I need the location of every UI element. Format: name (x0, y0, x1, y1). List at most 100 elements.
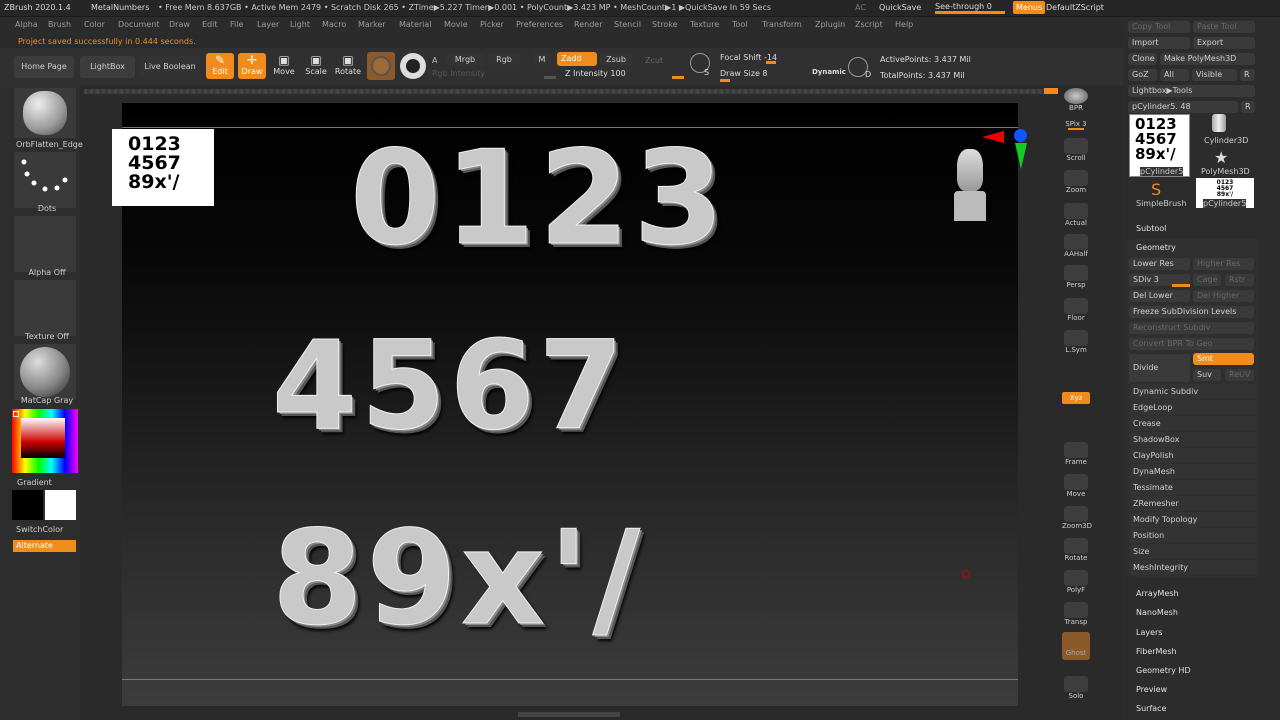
menus-button[interactable]: Menus (1013, 1, 1046, 14)
menu-light[interactable]: Light (290, 20, 310, 29)
zoom3d-button[interactable]: Zoom3D (1062, 506, 1092, 530)
persp-button[interactable]: Persp (1062, 265, 1090, 289)
r-button[interactable]: R (1240, 69, 1255, 81)
move-view-button[interactable]: Move (1062, 474, 1090, 498)
simplebrush-icon[interactable]: S (1151, 180, 1161, 199)
mrgb-button[interactable]: Mrgb (446, 53, 484, 66)
mesh-row-3[interactable]: 89x'/ (271, 513, 644, 644)
alpha-thumbnail[interactable] (14, 216, 76, 272)
texture-thumbnail[interactable] (14, 280, 76, 336)
a-toggle[interactable]: A (432, 56, 437, 65)
mesh-row-1[interactable]: 0123 (350, 133, 728, 264)
position-item[interactable]: Position (1130, 528, 1256, 543)
menu-stencil[interactable]: Stencil (614, 20, 641, 29)
material-swatch-button[interactable] (367, 52, 395, 80)
lightbox-tools-button[interactable]: Lightbox▶Tools (1128, 85, 1255, 97)
arraymesh-section[interactable]: ArrayMesh (1136, 589, 1179, 598)
cylinder-icon[interactable] (1212, 114, 1226, 132)
zcut-button[interactable]: Zcut (645, 56, 663, 65)
menu-tool[interactable]: Tool (732, 20, 748, 29)
spiral-brush-icon[interactable] (400, 53, 426, 79)
menu-macro[interactable]: Macro (322, 20, 346, 29)
m-button[interactable]: M (533, 53, 551, 66)
z-intensity-handle[interactable] (672, 76, 684, 79)
head-navigator-icon[interactable] (954, 149, 986, 227)
menu-marker[interactable]: Marker (358, 20, 386, 29)
menu-layer[interactable]: Layer (257, 20, 279, 29)
crease-item[interactable]: Crease (1130, 416, 1256, 431)
bpr-button[interactable]: BPR (1062, 88, 1090, 112)
zoom-button[interactable]: Zoom (1062, 170, 1090, 194)
all-button[interactable]: All (1160, 69, 1189, 81)
export-button[interactable]: Export (1193, 37, 1255, 49)
rstr-button[interactable]: Rstr (1225, 274, 1254, 286)
dynamic-subdiv-item[interactable]: Dynamic Subdiv (1130, 384, 1256, 399)
reconstruct-subdiv-button[interactable]: Reconstruct Subdiv (1129, 322, 1254, 334)
actual-button[interactable]: Actual (1062, 203, 1090, 227)
draw-button[interactable]: ✛ Draw (238, 53, 266, 79)
paste-tool-button[interactable]: Paste Tool (1193, 21, 1255, 33)
rgb-button[interactable]: Rgb (488, 53, 520, 66)
del-higher-button[interactable]: Del Higher (1193, 290, 1254, 302)
lightbox-button[interactable]: LightBox (80, 56, 135, 78)
make-polymesh-button[interactable]: Make PolyMesh3D (1160, 53, 1255, 65)
freeze-subdiv-button[interactable]: Freeze SubDivision Levels (1129, 306, 1254, 318)
menu-color[interactable]: Color (84, 20, 105, 29)
lsym-button[interactable]: L.Sym (1062, 330, 1090, 354)
menu-draw[interactable]: Draw (169, 20, 190, 29)
polyf-button[interactable]: PolyF (1062, 570, 1090, 594)
rgb-intensity-handle[interactable] (544, 76, 556, 79)
cage-button[interactable]: Cage (1193, 274, 1221, 286)
rotate-view-button[interactable]: Rotate (1062, 538, 1090, 562)
geometry-section[interactable]: Geometry (1136, 243, 1176, 252)
reuv-toggle[interactable]: ReUV (1225, 369, 1254, 381)
menu-material[interactable]: Material (399, 20, 432, 29)
del-lower-button[interactable]: Del Lower (1129, 290, 1190, 302)
sdiv-handle[interactable] (1172, 284, 1190, 287)
ghost-button[interactable]: Ghost (1062, 632, 1090, 660)
nanomesh-section[interactable]: NanoMesh (1136, 608, 1178, 617)
home-page-button[interactable]: Home Page (14, 56, 74, 78)
move-button[interactable]: ▣ Move (270, 53, 298, 79)
menu-help[interactable]: Help (895, 20, 913, 29)
floor-button[interactable]: Floor (1062, 298, 1090, 322)
alternate-button[interactable]: Alternate (13, 540, 76, 552)
menu-zplugin[interactable]: Zplugin (815, 20, 845, 29)
edgeloop-item[interactable]: EdgeLoop (1130, 400, 1256, 415)
solo-button[interactable]: Solo (1062, 676, 1090, 700)
modify-topology-item[interactable]: Modify Topology (1130, 512, 1256, 527)
smt-toggle[interactable]: Smt (1193, 353, 1254, 365)
menu-movie[interactable]: Movie (444, 20, 468, 29)
menu-zscript[interactable]: Zscript (855, 20, 883, 29)
live-boolean-button[interactable]: Live Boolean (140, 56, 200, 78)
star-icon[interactable]: ★ (1214, 148, 1228, 167)
subtool-section[interactable]: Subtool (1136, 224, 1166, 233)
zsub-button[interactable]: Zsub (600, 53, 632, 66)
transp-button[interactable]: Transp (1062, 602, 1090, 626)
menu-picker[interactable]: Picker (480, 20, 504, 29)
menu-brush[interactable]: Brush (48, 20, 71, 29)
gradient-label[interactable]: Gradient (17, 478, 52, 487)
canvas-viewport[interactable]: 0123 4567 89x'/ 0123 4567 89x'/ (112, 103, 1027, 706)
draw-size-handle[interactable] (720, 79, 730, 82)
bottom-scroll-handle[interactable] (518, 712, 620, 717)
geometry-hd-section[interactable]: Geometry HD (1136, 666, 1191, 675)
scroll-button[interactable]: Scroll (1062, 138, 1090, 162)
rotate-button[interactable]: ▣ Rotate (334, 53, 362, 79)
dynamic-toggle[interactable]: Dynamic (812, 68, 846, 76)
tessimate-item[interactable]: Tessimate (1130, 480, 1256, 495)
scale-button[interactable]: ▣ Scale (302, 53, 330, 79)
edit-button[interactable]: ✎ Edit (206, 53, 234, 79)
suv-toggle[interactable]: Suv (1193, 369, 1221, 381)
size-item[interactable]: Size (1130, 544, 1256, 559)
menu-edit[interactable]: Edit (202, 20, 218, 29)
menu-transform[interactable]: Transform (762, 20, 802, 29)
menu-stroke[interactable]: Stroke (652, 20, 678, 29)
goz-button[interactable]: GoZ (1128, 69, 1157, 81)
menu-preferences[interactable]: Preferences (516, 20, 563, 29)
secondary-color-swatch[interactable] (12, 490, 43, 520)
clone-button[interactable]: Clone (1128, 53, 1157, 65)
import-button[interactable]: Import (1128, 37, 1190, 49)
higher-res-button[interactable]: Higher Res (1193, 258, 1254, 270)
brush-thumbnail[interactable] (14, 88, 76, 138)
